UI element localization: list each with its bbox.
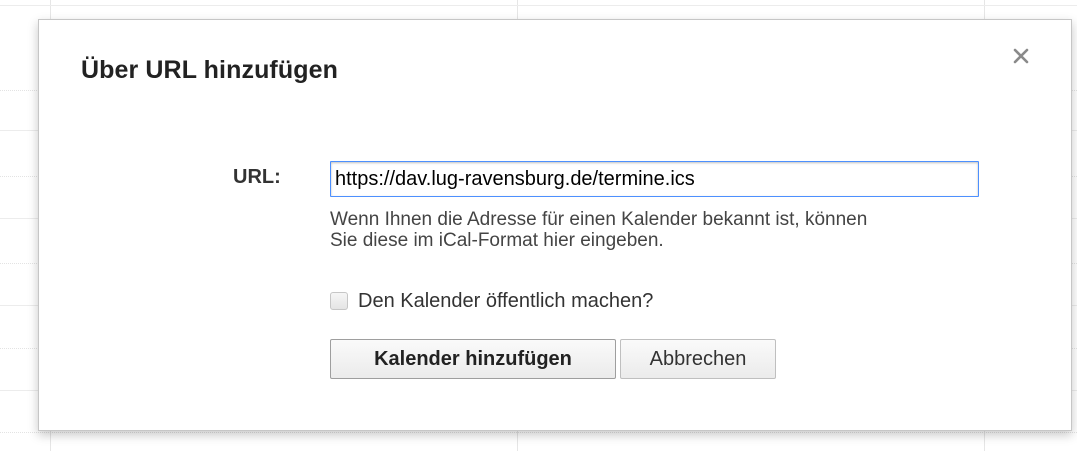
hint-line-2: Sie diese im iCal-Format hier eingeben.: [330, 230, 664, 251]
add-calendar-button[interactable]: Kalender hinzufügen: [330, 339, 616, 379]
grid-line: [0, 5, 1077, 6]
add-by-url-dialog: Über URL hinzufügen URL: Wenn Ihnen die …: [38, 19, 1072, 431]
url-input[interactable]: [330, 161, 979, 197]
dialog-title: Über URL hinzufügen: [81, 56, 338, 84]
public-calendar-label: Den Kalender öffentlich machen?: [358, 289, 654, 312]
grid-line: [0, 432, 1077, 433]
url-hint-text: Wenn Ihnen die Adresse für einen Kalende…: [330, 209, 1030, 251]
close-button[interactable]: [1009, 44, 1033, 68]
cancel-button[interactable]: Abbrechen: [620, 339, 776, 379]
public-calendar-checkbox[interactable]: [330, 292, 348, 310]
public-calendar-option[interactable]: Den Kalender öffentlich machen?: [330, 289, 653, 313]
hint-line-1: Wenn Ihnen die Adresse für einen Kalende…: [330, 209, 868, 230]
close-icon: [1009, 44, 1033, 68]
url-label: URL:: [233, 166, 281, 188]
